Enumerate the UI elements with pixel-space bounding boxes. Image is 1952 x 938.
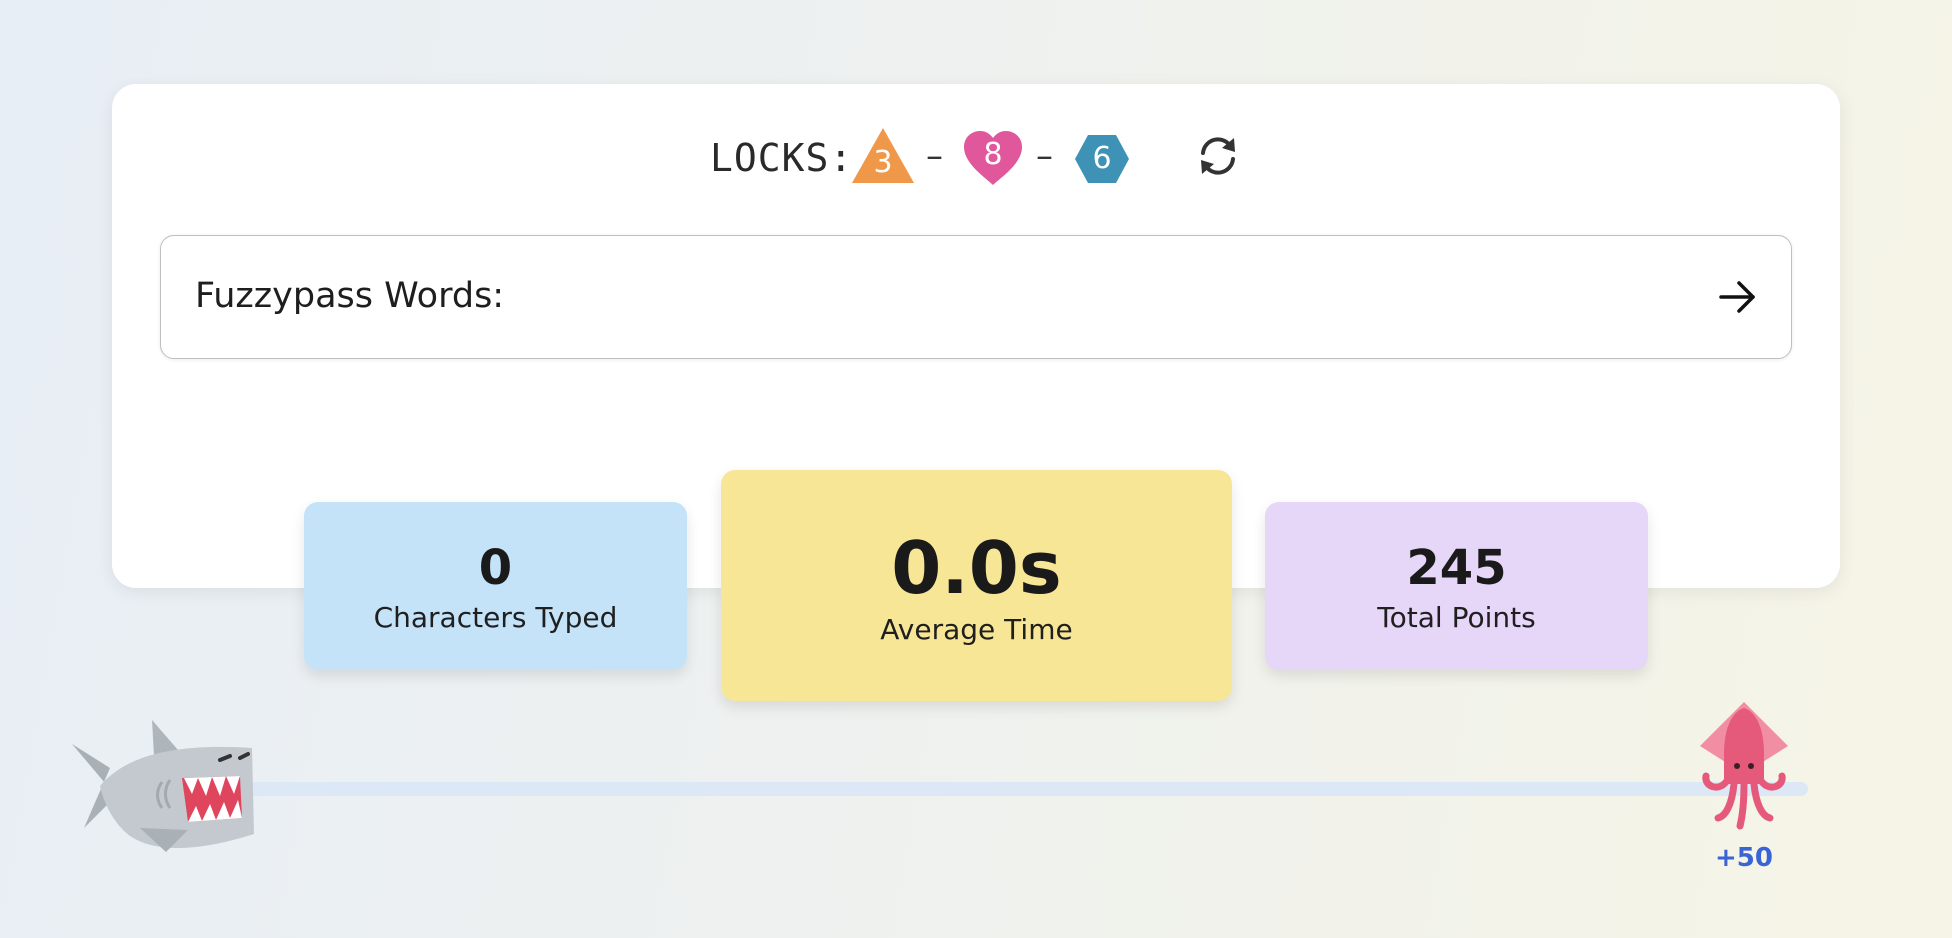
shark-chaser xyxy=(70,716,260,856)
shark-icon xyxy=(72,720,254,852)
lock-hexagon: 6 xyxy=(1074,134,1130,184)
lock-triangle-value: 3 xyxy=(873,145,893,180)
lock-triangle: 3 xyxy=(851,126,915,184)
refresh-button[interactable] xyxy=(1194,132,1242,180)
bonus-points: +50 xyxy=(1715,843,1773,873)
locks-row: LOCKS: 3 – 8 – 6 xyxy=(0,126,1952,190)
stat-total-points: 245 Total Points xyxy=(1265,502,1648,670)
stat-value: 245 xyxy=(1406,540,1507,596)
lock-heart: 8 xyxy=(962,130,1024,186)
lock-separator: – xyxy=(1036,136,1053,176)
fuzzypass-input-box[interactable]: Fuzzypass Words: xyxy=(160,235,1792,359)
stat-average-time: 0.0s Average Time xyxy=(721,470,1232,701)
locks-label: LOCKS: xyxy=(710,136,854,180)
stat-label: Characters Typed xyxy=(373,601,618,634)
progress-track xyxy=(228,782,1808,796)
refresh-icon xyxy=(1201,137,1235,175)
lock-hexagon-value: 6 xyxy=(1092,141,1112,176)
squid-target xyxy=(1696,700,1792,832)
fuzzypass-label: Fuzzypass Words: xyxy=(195,276,505,316)
lock-heart-value: 8 xyxy=(983,137,1003,172)
lock-separator: – xyxy=(926,136,943,176)
stat-characters-typed: 0 Characters Typed xyxy=(304,502,687,670)
stat-value: 0.0s xyxy=(891,526,1062,610)
stat-label: Total Points xyxy=(1377,601,1536,634)
squid-icon xyxy=(1700,702,1788,830)
fuzzypass-input[interactable] xyxy=(471,266,1675,328)
submit-button[interactable] xyxy=(1715,274,1761,320)
arrow-right-icon xyxy=(1719,281,1755,313)
stat-label: Average Time xyxy=(880,613,1073,646)
stat-value: 0 xyxy=(478,540,513,596)
